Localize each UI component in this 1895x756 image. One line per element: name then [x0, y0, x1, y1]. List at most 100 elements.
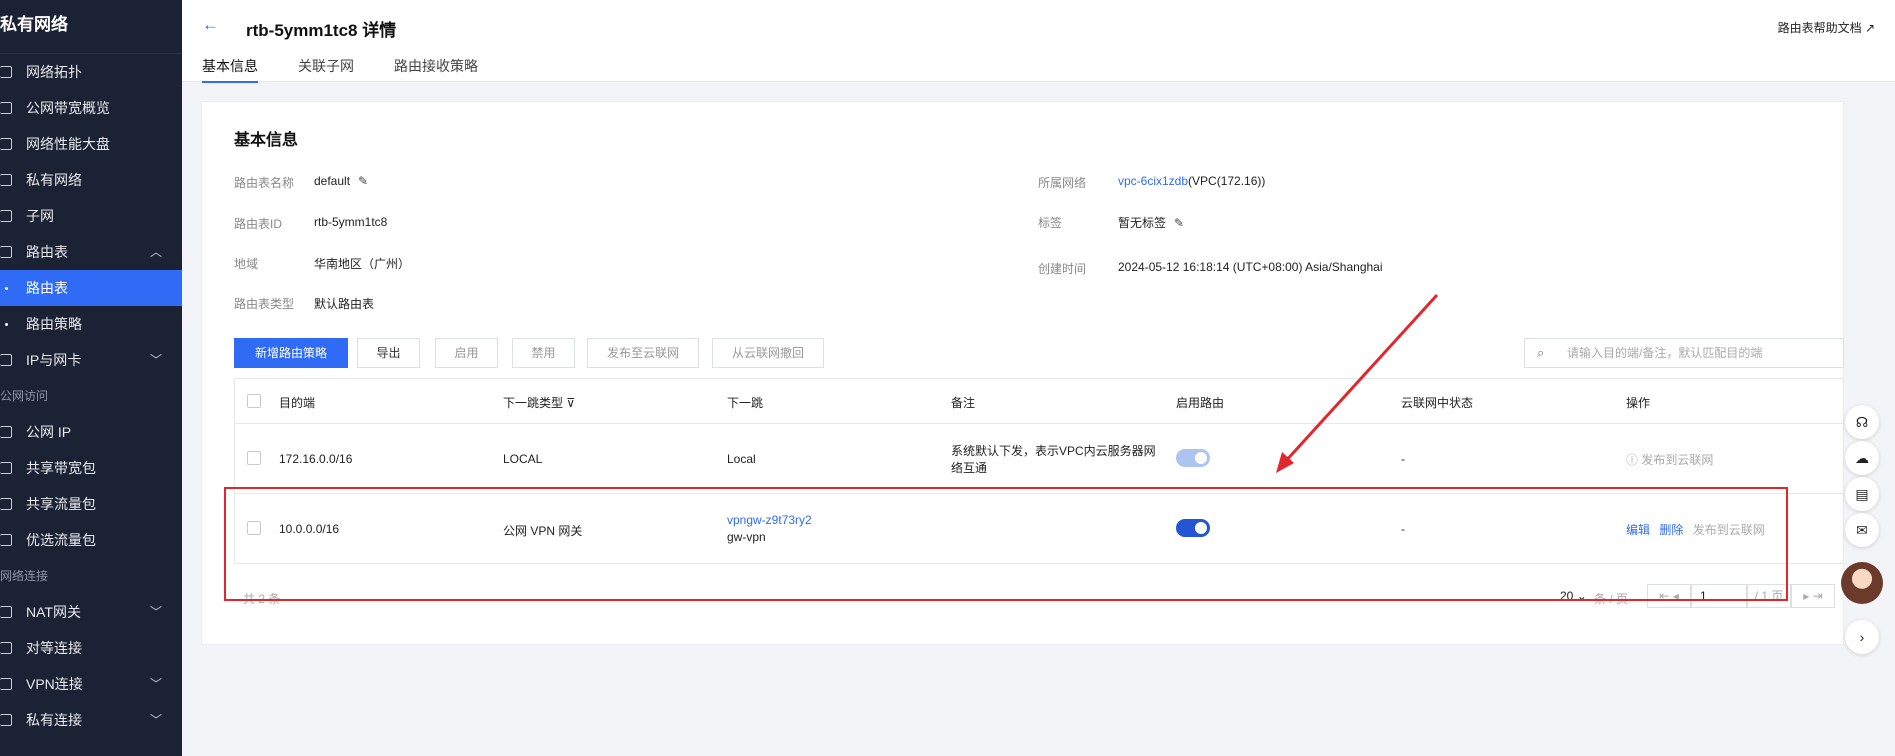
external-link-icon: ↗ — [1864, 21, 1875, 35]
sidebar-item-label: 路由策略 — [26, 316, 82, 332]
sidebar-item-vpc[interactable]: 私有网络 — [0, 162, 182, 198]
sidebar-item-route-table-group[interactable]: 路由表 ︿ — [0, 234, 182, 270]
vpc-link[interactable]: vpc-6cix1zdb — [1118, 174, 1188, 188]
cell-remark-line-1: 系统默认下发，表示VPC内云服务器网 — [951, 444, 1156, 458]
sidebar-item-label: NAT网关 — [26, 604, 81, 620]
add-route-button[interactable]: 新增路由策略 — [234, 338, 348, 368]
sidebar: 私有网络 网络拓扑 公网带宽概览 网络性能大盘 私有网络 子网 路由表 ︿ 路由表… — [0, 0, 182, 756]
field-label: 所属网络 — [1038, 176, 1087, 190]
column-header: 云联网中状态 — [1401, 396, 1474, 410]
sidebar-item-label: 私有网络 — [26, 172, 82, 188]
chevron-down-icon: ﹀ — [149, 353, 162, 367]
assistant-avatar[interactable] — [1841, 562, 1883, 604]
sidebar-item-shared-bandwidth[interactable]: 共享带宽包 — [0, 450, 182, 486]
help-doc-label: 路由表帮助文档 — [1777, 21, 1862, 35]
search-filter-icon: ⌕ — [1537, 345, 1545, 360]
back-arrow-icon[interactable]: ← — [202, 15, 219, 35]
table-header: 目的端 下一跳类型 ⊽ 下一跳 备注 启用路由 云联网中状态 操作 — [234, 378, 1844, 424]
publish-to-ccn-button[interactable]: 发布至云联网 — [587, 338, 699, 368]
column-header: 备注 — [951, 396, 976, 410]
topology-icon — [0, 66, 12, 78]
pager-next-last: ▸ ⇥ — [1791, 584, 1835, 608]
cell-destination: 172.16.0.0/16 — [279, 452, 353, 466]
column-header: 下一跳类型 ⊽ — [503, 394, 575, 411]
sidebar-item-peering[interactable]: 对等连接 — [0, 630, 182, 666]
route-table-name-value: default — [314, 174, 351, 188]
sidebar-item-label: 子网 — [26, 208, 54, 224]
search-input[interactable]: ⌕ 请输入目的端/备注，默认匹配目的端 — [1524, 338, 1844, 368]
sidebar-item-label: 网络性能大盘 — [26, 136, 110, 152]
route-enabled-toggle[interactable] — [1176, 449, 1210, 467]
sidebar-item-label: 优选流量包 — [26, 532, 96, 548]
sidebar-item-private-link[interactable]: 私有连接 ﹀ — [0, 702, 182, 738]
disable-button[interactable]: 禁用 — [512, 338, 575, 368]
column-header: 下一跳 — [727, 396, 764, 410]
enable-button[interactable]: 启用 — [435, 338, 498, 368]
vpc-icon — [0, 174, 12, 186]
info-circle-icon: ⓘ — [1626, 453, 1639, 467]
peering-icon — [0, 642, 12, 654]
tab-route-receive-policy[interactable]: 路由接收策略 — [394, 56, 478, 83]
tab-associated-subnets[interactable]: 关联子网 — [298, 56, 354, 83]
row-checkbox[interactable] — [247, 451, 261, 465]
sidebar-item-label: 共享流量包 — [26, 496, 96, 512]
sidebar-item-public-ip[interactable]: 公网 IP — [0, 414, 182, 450]
help-doc-link[interactable]: 路由表帮助文档 ↗ — [1778, 19, 1875, 36]
support-headset-icon[interactable]: ☊ — [1845, 405, 1879, 439]
publish-to-ccn-action[interactable]: 发布到云联网 — [1641, 453, 1713, 467]
chevron-down-icon: ﹀ — [149, 677, 162, 691]
next-page-icon[interactable]: ▸ — [1803, 589, 1809, 603]
edit-pencil-icon[interactable]: ✎ — [1174, 216, 1184, 230]
column-header-label: 下一跳类型 — [503, 396, 564, 410]
route-icon — [0, 246, 12, 258]
docs-book-icon[interactable]: ▤ — [1845, 477, 1879, 511]
page-title: rtb-5ymm1tc8 详情 — [246, 21, 397, 40]
sidebar-item-label: 网络拓扑 — [26, 64, 82, 80]
withdraw-from-ccn-button[interactable]: 从云联网撤回 — [712, 338, 824, 368]
search-placeholder: 请输入目的端/备注，默认匹配目的端 — [1567, 346, 1763, 360]
edit-pencil-icon[interactable]: ✎ — [358, 174, 368, 188]
cloud-upload-icon[interactable]: ☁ — [1845, 441, 1879, 475]
select-all-checkbox[interactable] — [247, 394, 261, 408]
column-header: 目的端 — [279, 396, 316, 410]
sidebar-item-premium-traffic[interactable]: 优选流量包 — [0, 522, 182, 558]
export-button[interactable]: 导出 — [357, 338, 420, 368]
traffic-package-icon — [0, 498, 12, 510]
region-value: 华南地区（广州） — [314, 257, 411, 271]
sidebar-item-bandwidth-overview[interactable]: 公网带宽概览 — [0, 90, 182, 126]
ip-icon — [0, 354, 12, 366]
filter-icon[interactable]: ⊽ — [566, 396, 575, 410]
field-label: 路由表ID — [234, 217, 283, 231]
sidebar-group-public-access: 公网访问 — [0, 389, 49, 403]
sidebar-item-label: 公网 IP — [26, 424, 72, 440]
premium-traffic-icon — [0, 534, 12, 546]
cell-next-hop: Local — [727, 452, 756, 466]
sidebar-item-label: 路由表 — [26, 280, 68, 296]
sidebar-item-vpn[interactable]: VPN连接 ﹀ — [0, 666, 182, 702]
section-title: 基本信息 — [234, 132, 299, 149]
route-table-id-value: rtb-5ymm1tc8 — [314, 215, 388, 229]
sidebar-group-network-connection: 网络连接 — [0, 569, 49, 583]
sidebar-item-nat[interactable]: NAT网关 ﹀ — [0, 594, 182, 630]
sidebar-item-route-policy[interactable]: 路由策略 — [0, 306, 182, 342]
sidebar-item-shared-traffic[interactable]: 共享流量包 — [0, 486, 182, 522]
column-header: 操作 — [1626, 396, 1651, 410]
chevron-down-icon: ﹀ — [149, 713, 162, 727]
sidebar-item-performance[interactable]: 网络性能大盘 — [0, 126, 182, 162]
sidebar-item-topology[interactable]: 网络拓扑 — [0, 54, 182, 90]
last-page-icon[interactable]: ⇥ — [1813, 589, 1823, 603]
feedback-icon[interactable]: ✉ — [1845, 513, 1879, 547]
sidebar-item-subnet[interactable]: 子网 — [0, 198, 182, 234]
page-header: ← rtb-5ymm1tc8 详情 路由表帮助文档 ↗ 基本信息 关联子网 路由… — [182, 0, 1895, 83]
sidebar-item-ip-eni[interactable]: IP与网卡 ﹀ — [0, 342, 182, 378]
field-label: 地域 — [234, 257, 259, 271]
sidebar-item-label: 对等连接 — [26, 640, 82, 656]
bullet-icon — [5, 323, 8, 326]
sidebar-item-route-table[interactable]: 路由表 — [0, 270, 182, 306]
tab-basic-info[interactable]: 基本信息 — [202, 56, 258, 83]
chevron-right-icon[interactable]: › — [1845, 620, 1879, 654]
cell-remark-line-2: 络互通 — [951, 461, 988, 475]
cell-next-hop-type: LOCAL — [503, 452, 543, 466]
toggle-knob — [1195, 452, 1207, 464]
bandwidth-package-icon — [0, 462, 12, 474]
